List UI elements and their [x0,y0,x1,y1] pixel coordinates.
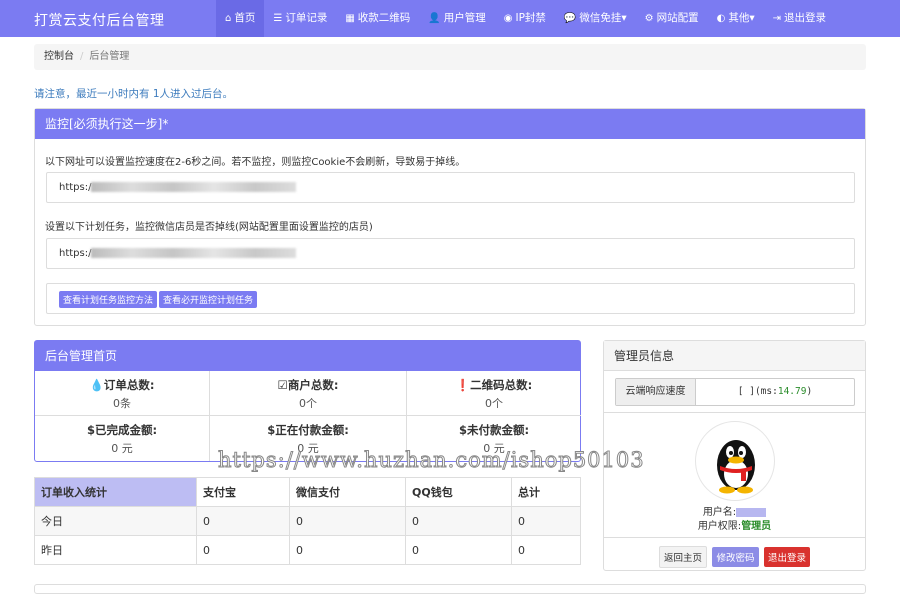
monitor-url-field[interactable]: https:/ [46,172,855,203]
back-home-button[interactable]: 返回主页 [658,546,707,568]
breadcrumb: 控制台 / 后台管理 [34,44,866,70]
column-header: 支付宝 [196,477,290,507]
monitor-panel-title: 监控[必须执行这一步]* [35,109,865,139]
admin-panel-title: 管理员信息 [604,341,865,371]
role-value: 管理员 [741,521,772,532]
dollar-icon: $ [458,423,467,437]
nav-other-dropdown[interactable]: ◐ 其他▾ [708,0,764,37]
nav-logout[interactable]: ⇥ 退出登录 [764,0,835,37]
breadcrumb-home[interactable]: 控制台 [44,51,74,62]
wechat-icon: 💬 [563,13,577,24]
column-header: 微信支付 [289,477,406,507]
stat-qrcode-count: ❗二维码总数: 0个 [407,371,581,416]
nav-orders[interactable]: ☰ 订单记录 [264,0,336,37]
breadcrumb-current: 后台管理 [89,51,130,62]
monitor-description: 以下网址可以设置监控速度在2-6秒之间。若不监控，则监控Cookie不会刷新，导… [45,157,466,168]
cron-url-field[interactable]: https:/ [46,238,855,269]
nav-users[interactable]: 👤 用户管理 [419,0,494,37]
divider [604,412,865,413]
qrcode-icon: ▦ [345,13,355,24]
redacted-username [736,507,767,517]
admin-button-group: 返回主页 修改密码 退出登录 [604,537,865,568]
main-nav: ⌂ 首页 ☰ 订单记录 ▦ 收款二维码 👤 用户管理 ◉ IP封禁 💬 微信免挂▾ ⚙ 网站配… [216,0,835,37]
stats-grid: 💧订单总数: 0条 ☑商户总数: 0个 ❗二维码总数: 0个 $已完成金额: 0 元 $… [35,371,581,461]
view-cron-method-button[interactable]: 查看计划任务监控方法 [59,291,158,308]
monitor-button-group: 查看计划任务监控方法 查看必开监控计划任务 [46,283,855,314]
nav-ip-ban[interactable]: ◉ IP封禁 [495,0,555,37]
cron-description: 设置以下计划任务，监控微信店员是否掉线(网站配置里面设置监控的店员) [45,222,373,233]
redacted-url [91,182,297,192]
username-row: 用户名: [604,503,865,518]
list-icon: ☰ [273,13,283,24]
nav-wechat-dropdown[interactable]: 💬 微信免挂▾ [555,0,636,37]
user-icon: 👤 [428,13,441,24]
change-password-button[interactable]: 修改密码 [712,547,759,567]
avatar [695,421,775,501]
check-icon: ☑ [277,378,288,392]
table-header-row: 订单收入统计 支付宝 微信支付 QQ钱包 总计 [34,477,581,507]
breadcrumb-separator: / [80,51,84,62]
role-row: 用户权限:管理员 [697,521,772,532]
dollar-icon: $ [267,423,276,437]
column-header: 总计 [511,477,581,507]
globe-icon: ◉ [503,13,513,24]
home-icon: ⌂ [225,13,232,24]
table-row: 昨日 0 0 0 0 [34,535,581,565]
nav-qrcode[interactable]: ▦ 收款二维码 [336,0,419,37]
nav-home[interactable]: ⌂ 首页 [216,0,265,37]
response-speed-label: 云端响应速度 [616,379,696,405]
stat-unpaid-amount: $未付款金额: 0 元 [458,423,530,455]
home-panel: 后台管理首页 💧订单总数: 0条 ☑商户总数: 0个 ❗二维码总数: 0个 $已完成金… [34,340,581,462]
response-speed-value: [ ](ms:14.79) [737,386,813,397]
brand-title[interactable]: 打赏云支付后台管理 [34,10,165,30]
logout-button[interactable]: 退出登录 [764,547,811,567]
login-notice: 请注意，最近一小时内有 1人进入过后台。 [34,88,234,100]
caret-down-icon: ▾ [749,12,755,24]
stat-completed-amount: $已完成金额: 0 元 [35,416,210,461]
gear-icon: ⚙ [644,13,654,24]
response-speed-box: 云端响应速度 [ ](ms:14.79) [615,378,855,406]
bottom-panel-edge [34,584,866,594]
dollar-icon: $ [86,423,95,437]
drop-icon: 💧 [89,378,104,392]
view-required-cron-button[interactable]: 查看必开监控计划任务 [159,291,258,308]
income-table: 订单收入统计 支付宝 微信支付 QQ钱包 总计 今日 0 0 0 0 昨日 0 0 0 0 [34,477,581,565]
nav-site-config[interactable]: ⚙ 网站配置 [636,0,708,37]
home-panel-title: 后台管理首页 [35,341,580,371]
redacted-url [91,248,297,258]
top-navbar: 打赏云支付后台管理 ⌂ 首页 ☰ 订单记录 ▦ 收款二维码 👤 用户管理 ◉ IP封禁 💬… [0,0,900,37]
monitor-panel: 监控[必须执行这一步]* 以下网址可以设置监控速度在2-6秒之间。若不监控，则监… [34,108,866,326]
stat-merchant-count: ☑商户总数: 0个 [210,371,407,416]
stat-paying-amount: $正在付款金额: 0 元 [210,416,407,461]
more-icon: ◐ [716,13,726,24]
stat-order-count: 💧订单总数: 0条 [35,371,210,416]
table-row: 今日 0 0 0 0 [34,506,581,536]
alert-icon: ❗ [455,378,471,392]
column-header: 订单收入统计 [34,477,197,507]
admin-info-panel: 管理员信息 云端响应速度 [ ](ms:14.79) 用户名: 用户权限:管理员… [603,340,866,571]
qq-penguin-icon [717,440,755,494]
logout-icon: ⇥ [772,13,782,24]
caret-down-icon: ▾ [621,12,627,24]
column-header: QQ钱包 [405,477,512,507]
